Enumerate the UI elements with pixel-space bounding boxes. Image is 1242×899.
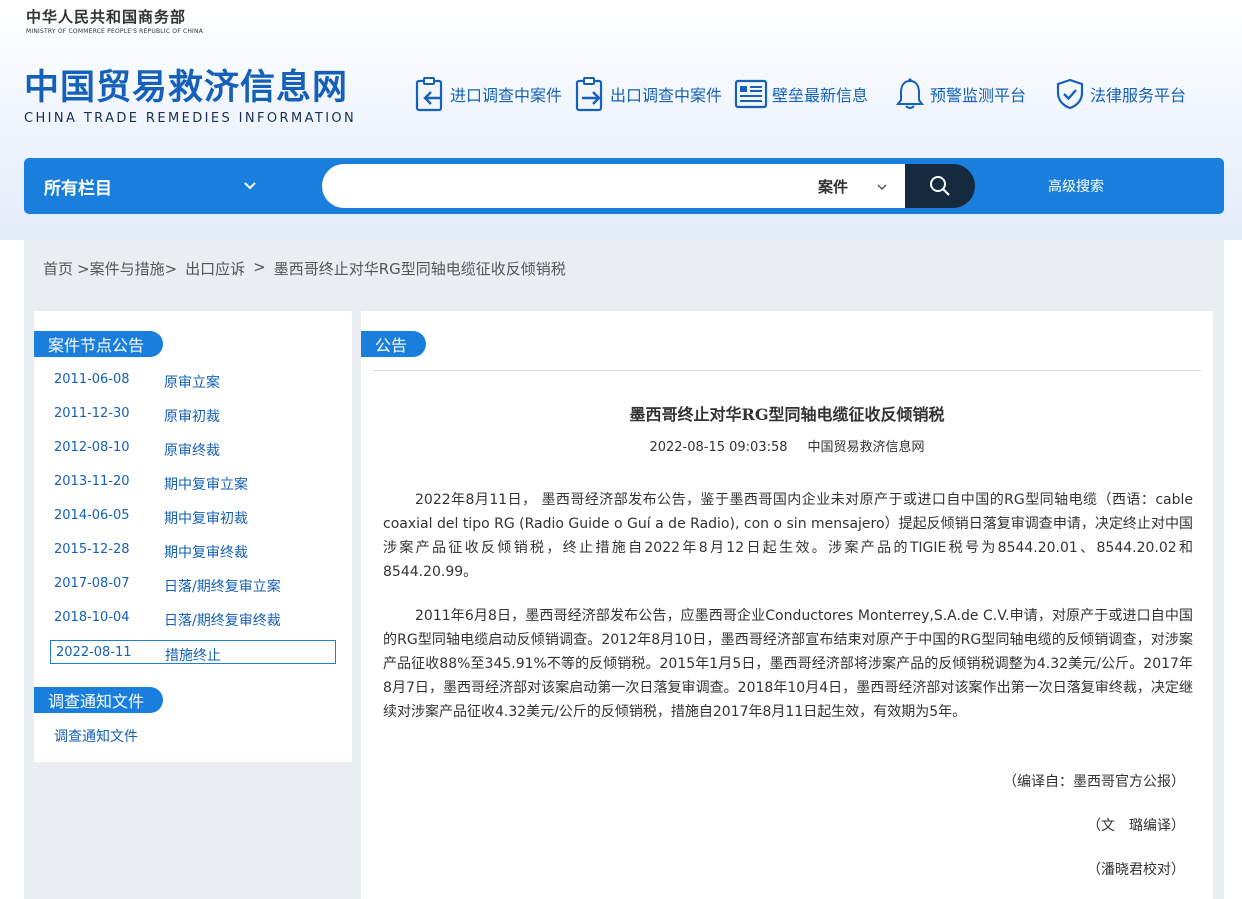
article-source: 中国贸易救济信息网 [807, 440, 925, 455]
case-node-date: 2018-10-04 [54, 610, 130, 625]
case-node-date: 2012-08-10 [54, 440, 130, 455]
type-select-value: 案件 [818, 177, 849, 196]
case-node-item[interactable]: 2012-08-10 原审终裁 [54, 440, 220, 460]
search-bar: 所有栏目 案件 高级搜索 [24, 158, 1224, 214]
case-node-item-active[interactable]: 2022-08-11 措施终止 [56, 645, 221, 665]
case-node-date: 2015-12-28 [54, 542, 130, 557]
case-node-item[interactable]: 2013-11-20 期中复审立案 [54, 474, 248, 494]
ministry-name: 中华人民共和国商务部 [26, 8, 187, 26]
chevron-down-icon [244, 182, 256, 190]
nav-export-cases-label: 出口调查中案件 [610, 86, 723, 105]
category-select[interactable]: 所有栏目 [44, 158, 274, 214]
case-nodes-heading: 案件节点公告 [34, 331, 163, 357]
article-datetime: 2022-08-15 09:03:58 [649, 440, 788, 455]
search-button[interactable] [905, 164, 975, 208]
breadcrumb-separator: > [253, 258, 266, 276]
import-doc-icon [415, 77, 443, 112]
ministry-brand[interactable]: 中华人民共和国商务部 MINISTRY OF COMMERCE PEOPLE'S… [26, 6, 203, 35]
case-node-date: 2011-06-08 [54, 372, 130, 387]
breadcrumb-current: 墨西哥终止对华RG型同轴电缆征收反倾销税 [273, 260, 566, 278]
case-node-label: 原审立案 [164, 375, 220, 391]
ministry-name-en: MINISTRY OF COMMERCE PEOPLE'S REPUBLIC O… [26, 28, 204, 35]
case-node-label: 期中复审初裁 [164, 511, 248, 527]
category-select-value: 所有栏目 [44, 178, 112, 199]
case-node-date: 2017-08-07 [54, 576, 130, 591]
site-logo[interactable]: 中国贸易救济信息网 CHINA TRADE REMEDIES INFORMATI… [24, 66, 356, 126]
bell-icon [896, 78, 924, 109]
nav-legal-service-label: 法律服务平台 [1090, 86, 1187, 105]
article-source-note: （编译自：墨西哥官方公报） [1003, 774, 1185, 790]
investigation-doc-link[interactable]: 调查通知文件 [54, 726, 138, 746]
advanced-search-link[interactable]: 高级搜索 [1048, 158, 1104, 214]
shield-check-icon [1056, 78, 1084, 110]
announcement-tag: 公告 [361, 331, 426, 357]
search-icon [930, 176, 950, 196]
case-node-label: 日落/期终复审终裁 [164, 613, 281, 629]
case-node-label: 期中复审立案 [164, 477, 248, 493]
breadcrumb: 首页 >案件与措施> 出口应诉 > 墨西哥终止对华RG型同轴电缆征收反倾销税 [43, 258, 566, 279]
nav-barrier-news[interactable]: 壁垒最新信息 [734, 74, 868, 114]
nav-import-cases[interactable]: 进口调查中案件 [414, 74, 562, 114]
case-node-label: 原审终裁 [164, 443, 220, 459]
case-node-label: 措施终止 [165, 648, 221, 664]
article-panel: 公告 墨西哥终止对华RG型同轴电缆征收反倾销税 2022-08-15 09:03… [361, 311, 1213, 899]
case-node-item[interactable]: 2011-06-08 原审立案 [54, 372, 220, 392]
case-node-date: 2013-11-20 [54, 474, 130, 489]
case-node-item[interactable]: 2015-12-28 期中复审终裁 [54, 542, 248, 562]
case-node-item[interactable]: 2011-12-30 原审初裁 [54, 406, 220, 426]
export-doc-icon [575, 77, 603, 112]
nav-warning-platform[interactable]: 预警监测平台 [894, 74, 1026, 114]
breadcrumb-home[interactable]: 首页 [43, 258, 73, 279]
investigation-docs-heading: 调查通知文件 [34, 687, 163, 713]
article-title: 墨西哥终止对华RG型同轴电缆征收反倾销税 [629, 405, 945, 424]
article-translator: （文 璐编译） [1087, 818, 1185, 834]
case-node-item[interactable]: 2017-08-07 日落/期终复审立案 [54, 576, 281, 596]
site-logo-title: 中国贸易救济信息网 [24, 68, 349, 108]
breadcrumb-export[interactable]: 出口应诉 [185, 258, 245, 279]
case-node-item[interactable]: 2014-06-05 期中复审初裁 [54, 508, 248, 528]
news-board-icon [734, 79, 768, 109]
case-node-label: 原审初裁 [164, 409, 220, 425]
chevron-down-icon [877, 184, 887, 191]
nav-barrier-news-label: 壁垒最新信息 [772, 86, 869, 105]
case-node-label: 日落/期终复审立案 [164, 579, 281, 595]
article-proofreader: （潘晓君校对） [1087, 862, 1185, 878]
case-node-label: 期中复审终裁 [164, 545, 248, 561]
article-paragraph: 2011年6月8日，墨西哥经济部发布公告，应墨西哥企业Conductores M… [383, 608, 1193, 720]
divider [373, 370, 1201, 371]
article-paragraph: 2022年8月11日， 墨西哥经济部发布公告，鉴于墨西哥国内企业未对原产于或进口… [383, 492, 1193, 580]
breadcrumb-cases[interactable]: >案件与措施> [77, 258, 177, 279]
article-meta: 2022-08-15 09:03:58 中国贸易救济信息网 [361, 436, 1213, 455]
nav-import-cases-label: 进口调查中案件 [450, 86, 563, 105]
case-node-date: 2014-06-05 [54, 508, 130, 523]
nav-export-cases[interactable]: 出口调查中案件 [574, 74, 722, 114]
nav-legal-service[interactable]: 法律服务平台 [1054, 74, 1186, 114]
case-node-date: 2011-12-30 [54, 406, 130, 421]
case-node-date: 2022-08-11 [56, 645, 132, 660]
site-logo-subtitle: CHINA TRADE REMEDIES INFORMATION [24, 111, 357, 126]
type-select[interactable]: 案件 [818, 164, 908, 208]
case-node-item[interactable]: 2018-10-04 日落/期终复审终裁 [54, 610, 281, 630]
nav-warning-platform-label: 预警监测平台 [930, 86, 1027, 105]
investigation-doc-label: 调查通知文件 [54, 729, 138, 745]
case-sidebar: 案件节点公告 2011-06-08 原审立案 2011-12-30 原审初裁 201… [34, 311, 352, 762]
